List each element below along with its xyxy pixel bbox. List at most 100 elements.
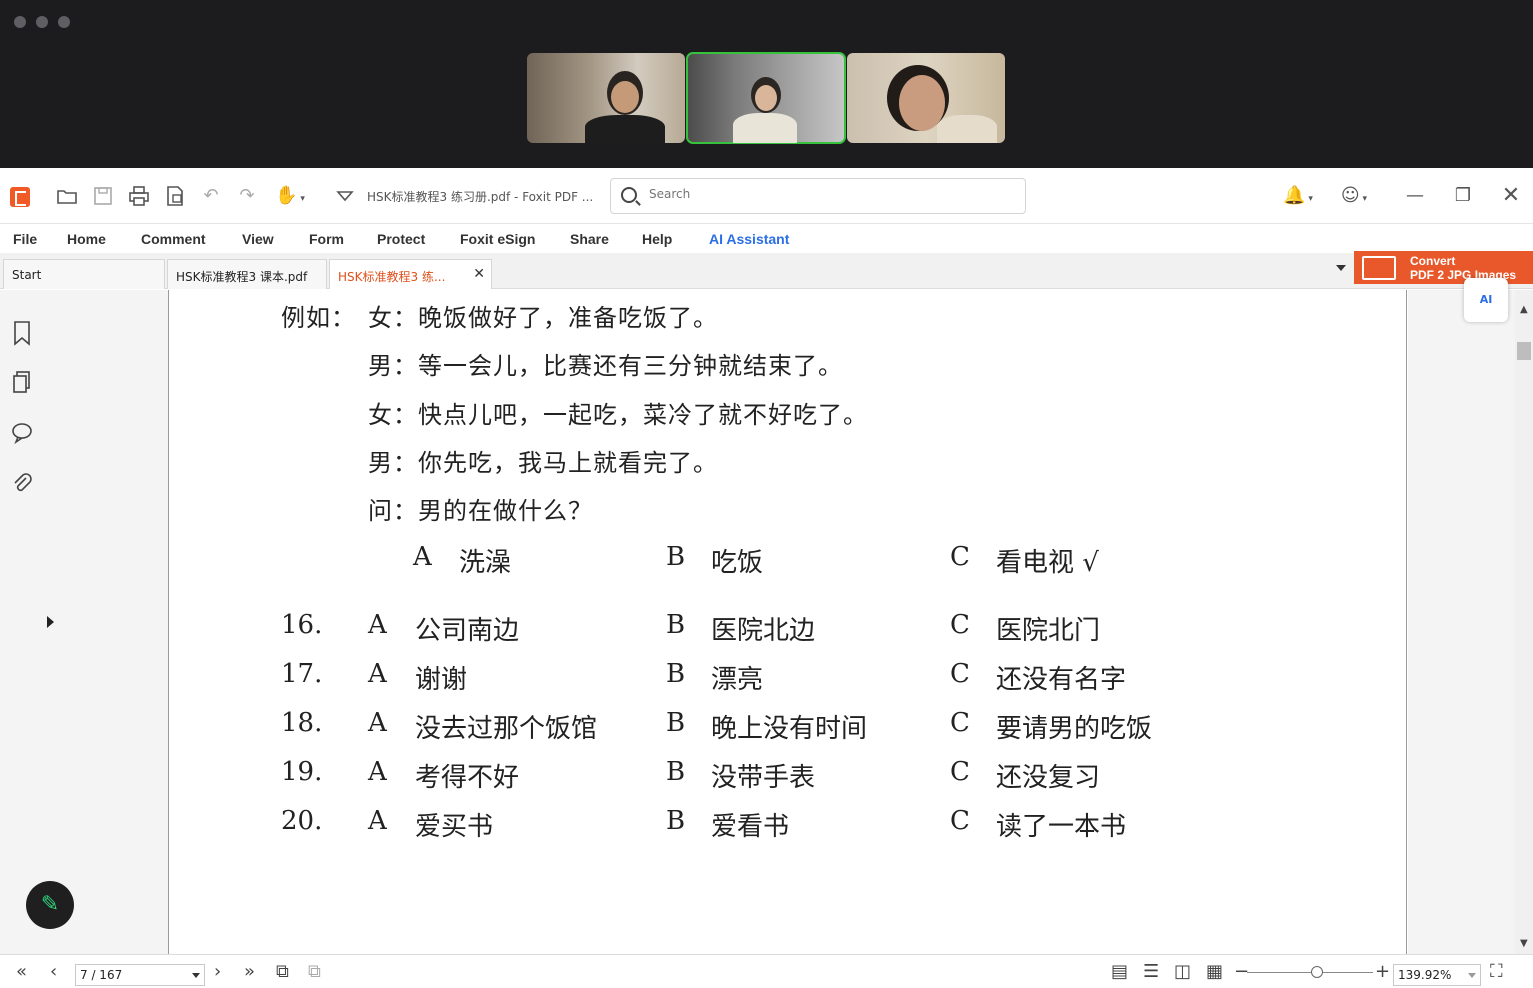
close-window-icon[interactable]: ✕	[1500, 185, 1522, 207]
previous-view-icon[interactable]: ⧉	[276, 961, 289, 982]
bookmark-icon[interactable]	[11, 320, 33, 346]
zoom-level-select[interactable]: 139.92%	[1393, 964, 1481, 986]
vertical-scrollbar[interactable]: ▲ ▼	[1515, 290, 1533, 954]
scroll-thumb[interactable]	[1517, 342, 1531, 360]
zoom-slider[interactable]	[1247, 972, 1373, 973]
page-number-input[interactable]: 7 / 167	[75, 964, 205, 986]
dialogue-line: 女：快点儿吧，一起吃，菜冷了就不好吃了。	[368, 401, 868, 429]
restore-icon[interactable]: ❐	[1452, 185, 1474, 207]
chevron-down-icon[interactable]	[192, 973, 200, 978]
participant-tiles	[527, 52, 1005, 144]
fullscreen-icon[interactable]: ⛶	[1490, 961, 1503, 982]
participant-video-2[interactable]	[686, 52, 846, 144]
redo-icon[interactable]: ↷	[236, 185, 258, 207]
title-toolbar: ↶ ↷ ✋ ▾ HSK标准教程3 练习册.pdf - Foxit PDF ...…	[0, 168, 1533, 224]
pages-icon[interactable]	[11, 370, 33, 396]
comments-icon[interactable]	[11, 420, 33, 446]
search-icon	[621, 187, 637, 203]
previous-page-icon[interactable]: ‹	[50, 961, 57, 982]
quick-access-dropdown-icon[interactable]	[334, 185, 356, 207]
menu-view[interactable]: View	[242, 231, 274, 247]
status-bar: « ‹ 7 / 167 › » ⧉ ⧉ ▤ ☰ ◫ ▦ − + 139.92% …	[0, 954, 1533, 988]
last-page-icon[interactable]: »	[244, 961, 255, 982]
facing-view-icon[interactable]: ◫	[1174, 961, 1191, 982]
chevron-down-icon[interactable]	[1468, 973, 1476, 978]
menu-help[interactable]: Help	[642, 231, 672, 247]
create-pdf-icon[interactable]	[164, 185, 186, 207]
menu-comment[interactable]: Comment	[141, 231, 206, 247]
menu-bar: File Home Comment View Form Protect Foxi…	[0, 225, 1533, 253]
option-text: 洗澡	[459, 548, 512, 578]
tab-textbook[interactable]: HSK标准教程3 课本.pdf	[167, 259, 327, 289]
window-controls	[14, 16, 70, 28]
tab-start[interactable]: Start	[3, 259, 165, 289]
option-text: 看电视 √	[996, 548, 1099, 578]
question-line: 问：男的在做什么？	[368, 497, 593, 525]
ai-assistant-bubble-icon[interactable]: AI	[1464, 278, 1508, 322]
search-input[interactable]	[649, 187, 1009, 201]
tab-label: HSK标准教程3 练...	[338, 270, 446, 284]
folder-open-icon[interactable]	[56, 185, 78, 207]
print-icon[interactable]	[128, 185, 150, 207]
option-text: 要请男的吃饭	[996, 714, 1153, 744]
menu-form[interactable]: Form	[309, 231, 344, 247]
option-text: 考得不好	[415, 763, 520, 793]
next-view-icon[interactable]: ⧉	[308, 961, 321, 982]
window-dot-icon[interactable]	[58, 16, 70, 28]
image-convert-icon	[1362, 256, 1396, 280]
pen-icon[interactable]: ✎	[26, 881, 74, 929]
foxit-logo-icon[interactable]	[10, 187, 30, 207]
close-tab-icon[interactable]: ✕	[473, 266, 485, 282]
option-text: 爱看书	[711, 812, 790, 842]
participant-video-1[interactable]	[527, 53, 685, 143]
search-box[interactable]	[610, 178, 1026, 214]
menu-foxit-esign[interactable]: Foxit eSign	[460, 231, 535, 247]
menu-home[interactable]: Home	[67, 231, 106, 247]
video-call-strip	[0, 0, 1533, 168]
question-number: 17.	[281, 659, 323, 689]
menu-ai-assistant[interactable]: AI Assistant	[709, 231, 789, 247]
first-page-icon[interactable]: «	[16, 961, 27, 982]
hand-tool-icon[interactable]: ✋ ▾	[272, 185, 308, 207]
page-gutter-left	[58, 290, 168, 954]
scroll-down-icon[interactable]: ▼	[1520, 938, 1528, 949]
option-text: 没带手表	[711, 763, 816, 793]
option-text: 医院北门	[996, 616, 1101, 646]
minimize-icon[interactable]: —	[1404, 185, 1426, 207]
continuous-facing-view-icon[interactable]: ▦	[1206, 961, 1223, 982]
save-icon[interactable]	[92, 185, 114, 207]
menu-share[interactable]: Share	[570, 231, 609, 247]
option-letter: A	[368, 610, 387, 640]
option-text: 读了一本书	[996, 812, 1127, 842]
tab-workbook[interactable]: HSK标准教程3 练... ✕	[329, 259, 492, 289]
option-letter: C	[950, 806, 970, 836]
continuous-view-icon[interactable]: ☰	[1143, 961, 1159, 982]
menu-file[interactable]: File	[13, 231, 37, 247]
attachment-icon[interactable]	[11, 472, 33, 498]
question-number: 20.	[281, 806, 323, 836]
expand-panel-icon[interactable]	[47, 616, 54, 628]
zoom-in-icon[interactable]: +	[1375, 961, 1390, 982]
tab-list-dropdown-icon[interactable]	[1336, 265, 1346, 271]
option-text: 谢谢	[415, 665, 468, 695]
undo-icon[interactable]: ↶	[200, 185, 222, 207]
option-letter: C	[950, 610, 970, 640]
window-dot-icon[interactable]	[36, 16, 48, 28]
option-text: 晚上没有时间	[711, 714, 868, 744]
single-page-view-icon[interactable]: ▤	[1111, 961, 1128, 982]
option-letter: A	[368, 708, 387, 738]
question-number: 16.	[281, 610, 323, 640]
scroll-up-icon[interactable]: ▲	[1520, 304, 1528, 315]
menu-protect[interactable]: Protect	[377, 231, 425, 247]
option-text: 没去过那个饭馆	[415, 714, 598, 744]
tab-label: HSK标准教程3 课本.pdf	[176, 270, 308, 284]
notification-bell-icon[interactable]: 🔔 ▾	[1278, 185, 1318, 207]
account-icon[interactable]: ☺ ▾	[1332, 185, 1376, 207]
zoom-slider-handle[interactable]	[1311, 966, 1323, 978]
tab-label: Start	[12, 268, 42, 282]
next-page-icon[interactable]: ›	[214, 961, 221, 982]
option-letter: C	[950, 659, 970, 689]
participant-video-3[interactable]	[847, 53, 1005, 143]
option-letter: C	[950, 708, 970, 738]
window-dot-icon[interactable]	[14, 16, 26, 28]
